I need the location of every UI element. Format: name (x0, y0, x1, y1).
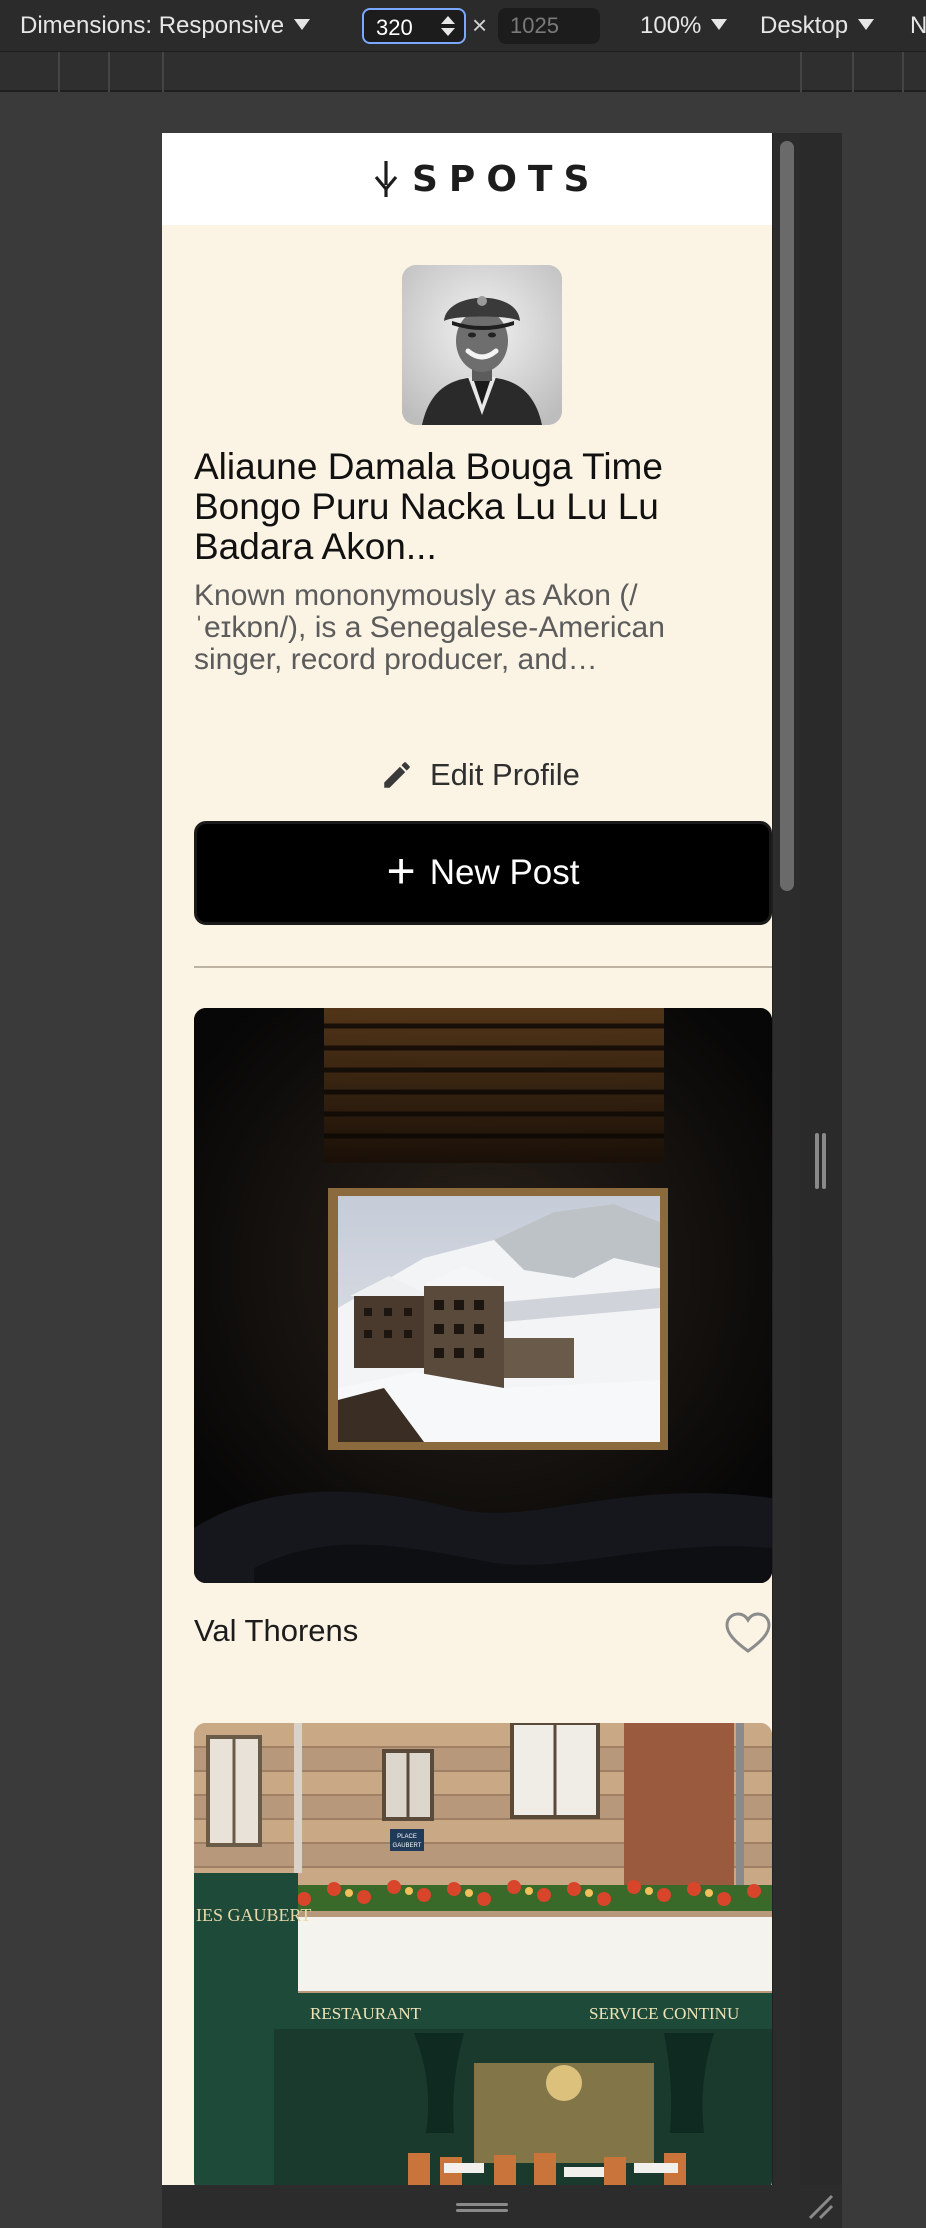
overflow-label[interactable]: N (910, 10, 926, 42)
sign-restaurant-text: RESTAURANT (310, 2004, 422, 2023)
edit-profile-label: Edit Profile (430, 757, 580, 792)
avatar (402, 265, 562, 425)
sign-left-text: IES GAUBERT (196, 1905, 311, 1925)
device-dropdown[interactable]: Desktop (760, 10, 875, 42)
dimensions-dropdown[interactable]: Dimensions: Responsive (20, 10, 311, 42)
device-label: Desktop (760, 12, 849, 39)
height-input[interactable]: 1025 (498, 8, 600, 44)
width-resize-handle[interactable] (812, 1133, 828, 1189)
post-image[interactable]: PLACE GAUBERT IES GAUBERT RESTAURANT SER… (194, 1723, 772, 2185)
logo-text: SPOTS (412, 158, 601, 200)
edit-profile-button[interactable]: Edit Profile (380, 755, 580, 795)
new-post-label: New Post (429, 853, 580, 892)
zoom-dropdown[interactable]: 100% (640, 10, 728, 42)
post-image[interactable] (194, 1008, 772, 1583)
profile-description: Known mononymously as Akon (/ ˈeɪkɒn/), … (194, 579, 665, 676)
site-header: SPOTS (162, 133, 772, 225)
width-stepper[interactable] (438, 13, 458, 41)
post-title: Val Thorens (194, 1613, 359, 1648)
viewport-scrollbar[interactable] (772, 133, 800, 2185)
chevron-down-icon (294, 19, 311, 31)
width-value: 320 (376, 15, 413, 40)
profile-name: Aliaune Damala Bouga Time Bongo Puru Nac… (194, 446, 663, 567)
times-sign: × (472, 10, 488, 40)
media-query-ruler (0, 52, 926, 92)
svg-text:PLACE: PLACE (397, 1834, 417, 1840)
chevron-down-icon (858, 19, 875, 31)
sign-service-text: SERVICE CONTINU (589, 2004, 739, 2023)
pencil-icon (384, 762, 410, 788)
divider (194, 966, 772, 968)
svg-text:GAUBERT: GAUBERT (393, 1843, 422, 1849)
like-button[interactable] (724, 1611, 772, 1655)
dimensions-label: Dimensions: Responsive (20, 12, 285, 39)
heart-icon (725, 1612, 771, 1653)
logo-mark-icon (374, 161, 398, 197)
height-placeholder: 1025 (510, 13, 559, 38)
devtools-toolbar: Dimensions: Responsive 320 × 1025 100% D… (0, 0, 926, 52)
corner-resize-icon[interactable] (806, 2192, 834, 2220)
height-resize-handle[interactable] (456, 2201, 508, 2213)
logo[interactable]: SPOTS (372, 157, 600, 201)
bottom-resize-bar (162, 2185, 842, 2228)
width-input[interactable]: 320 (362, 8, 466, 44)
scrollbar-thumb[interactable] (780, 141, 794, 891)
plus-icon: + (386, 843, 416, 899)
zoom-label: 100% (640, 12, 702, 39)
chevron-down-icon (711, 19, 728, 31)
device-viewport: SPOTS Aliaune Damala Bouga Time Bongo Pu… (162, 133, 772, 2185)
new-post-button[interactable]: + New Post (194, 821, 772, 925)
